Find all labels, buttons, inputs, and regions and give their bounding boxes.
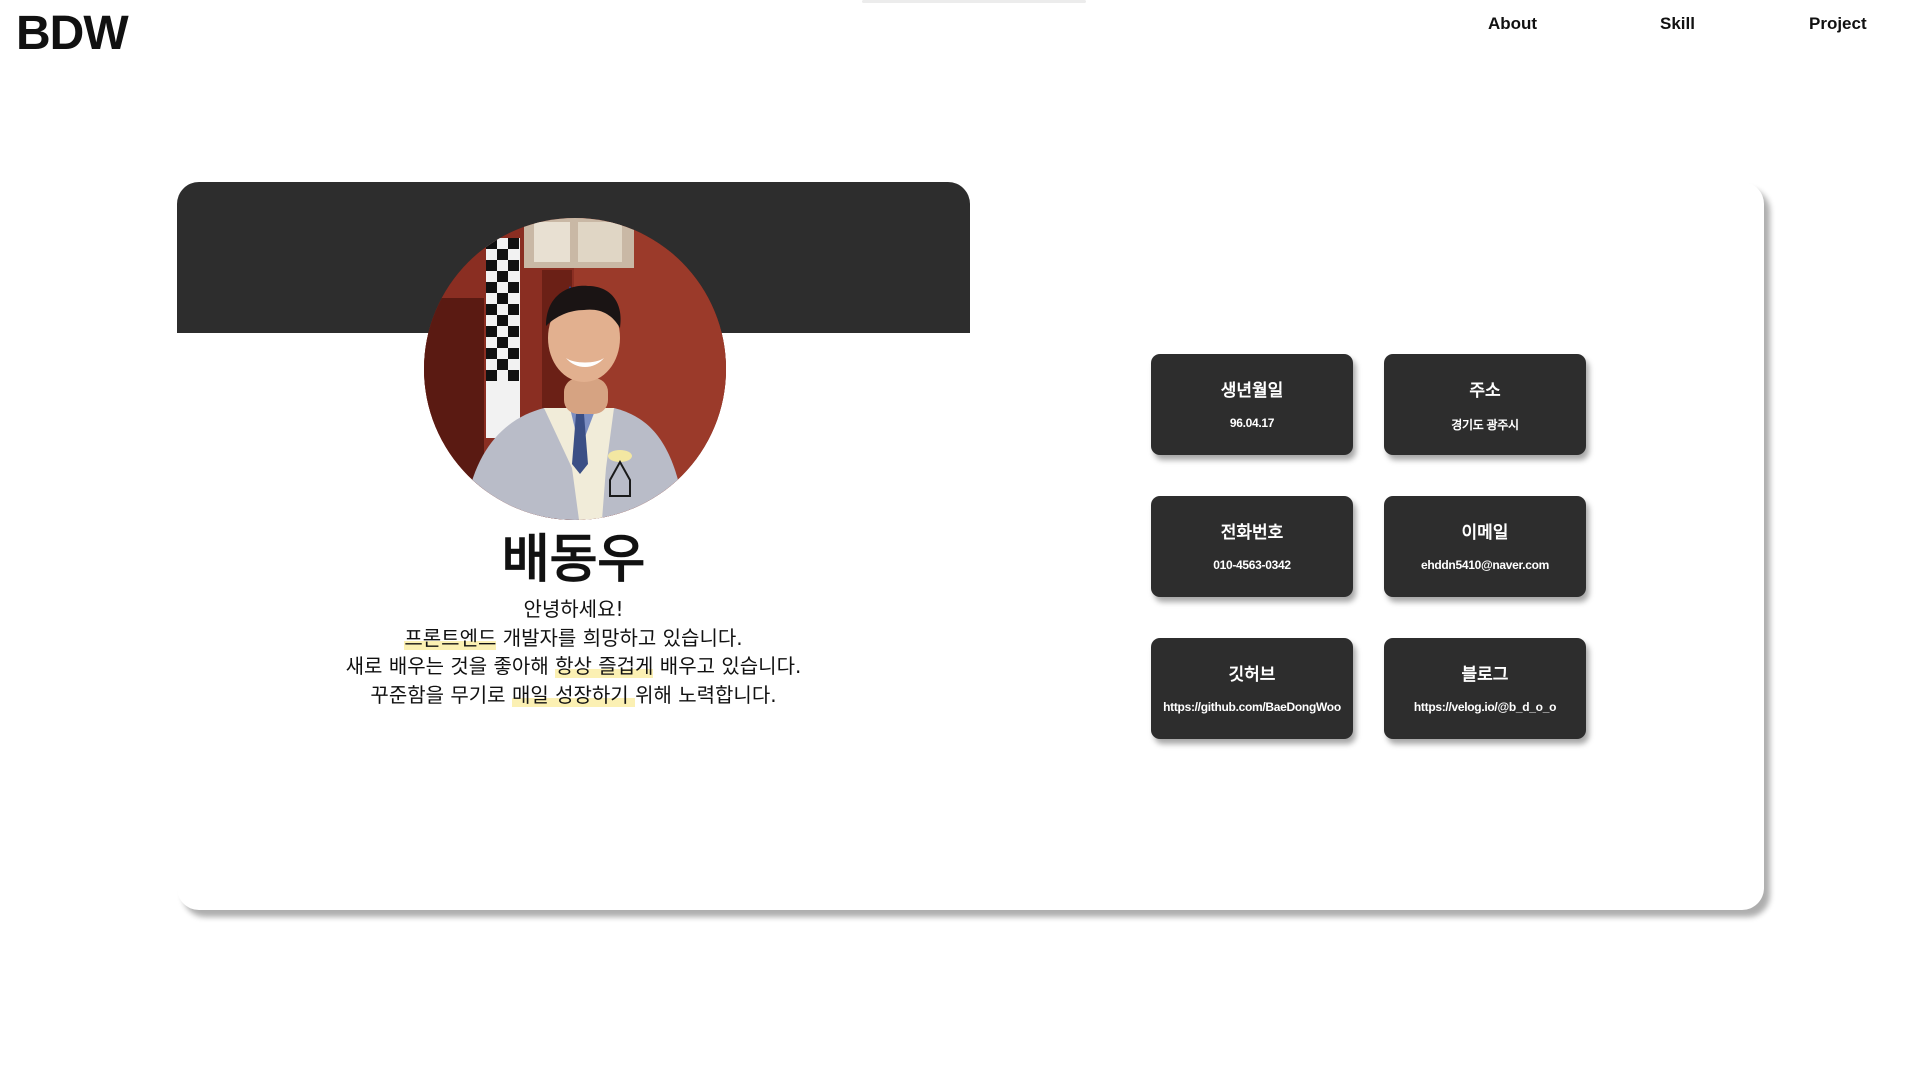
blog-link[interactable]: https://velog.io/@b_d_o_o: [1384, 700, 1586, 714]
info-value: 경기도 광주시: [1451, 418, 1519, 432]
info-card-blog[interactable]: 블로그 https://velog.io/@b_d_o_o: [1384, 638, 1586, 739]
top-divider: [862, 0, 1086, 3]
profile-intro: 안녕하세요! 프론트엔드 개발자를 희망하고 있습니다. 새로 배우는 것을 좋…: [177, 595, 970, 709]
info-card-address: 주소 경기도 광주시: [1384, 354, 1586, 455]
profile-photo: [424, 218, 726, 520]
info-label: 주소: [1469, 381, 1501, 401]
nav-link-project[interactable]: Project: [1809, 14, 1867, 34]
info-card-email: 이메일 ehddn5410@naver.com: [1384, 496, 1586, 597]
info-label: 생년월일: [1220, 381, 1284, 401]
info-card-birthday: 생년월일 96.04.17: [1151, 354, 1353, 455]
github-link[interactable]: https://github.com/BaeDongWoo: [1151, 700, 1353, 714]
info-value: 96.04.17: [1229, 416, 1275, 430]
info-value: 010-4563-0342: [1213, 558, 1291, 572]
info-label: 블로그: [1461, 665, 1509, 685]
intro-highlight: 프론트엔드: [404, 625, 497, 650]
info-card-github[interactable]: 깃허브 https://github.com/BaeDongWoo: [1151, 638, 1353, 739]
intro-line: 프론트엔드 개발자를 희망하고 있습니다.: [404, 625, 743, 650]
site-header: BDW About Skill Project: [0, 0, 1920, 72]
intro-highlight: 매일 성장하기: [511, 682, 636, 707]
intro-line: 새로 배우는 것을 좋아해 항상 즐겁게 배우고 있습니다.: [345, 654, 802, 678]
info-card-phone: 전화번호 010-4563-0342: [1151, 496, 1353, 597]
profile-name: 배동우: [501, 530, 646, 590]
intro-highlight: 항상 즐겁게: [555, 654, 654, 678]
main-nav: About Skill Project: [1458, 14, 1878, 36]
intro-line: 안녕하세요!: [523, 597, 624, 621]
info-label: 이메일: [1461, 523, 1509, 543]
info-grid: 생년월일 96.04.17 주소 경기도 광주시 전화번호 010-4563-0…: [1151, 354, 1591, 742]
intro-line: 꾸준함을 무기로 매일 성장하기 위해 노력합니다.: [370, 682, 777, 707]
nav-link-skill[interactable]: Skill: [1660, 14, 1695, 34]
info-label: 깃허브: [1228, 665, 1276, 685]
nav-link-about[interactable]: About: [1488, 14, 1537, 34]
site-logo[interactable]: BDW: [16, 6, 129, 61]
info-label: 전화번호: [1220, 523, 1284, 543]
about-card: 배동우 안녕하세요! 프론트엔드 개발자를 희망하고 있습니다. 새로 배우는 …: [177, 182, 1764, 910]
info-value: ehddn5410@naver.com: [1420, 558, 1550, 572]
